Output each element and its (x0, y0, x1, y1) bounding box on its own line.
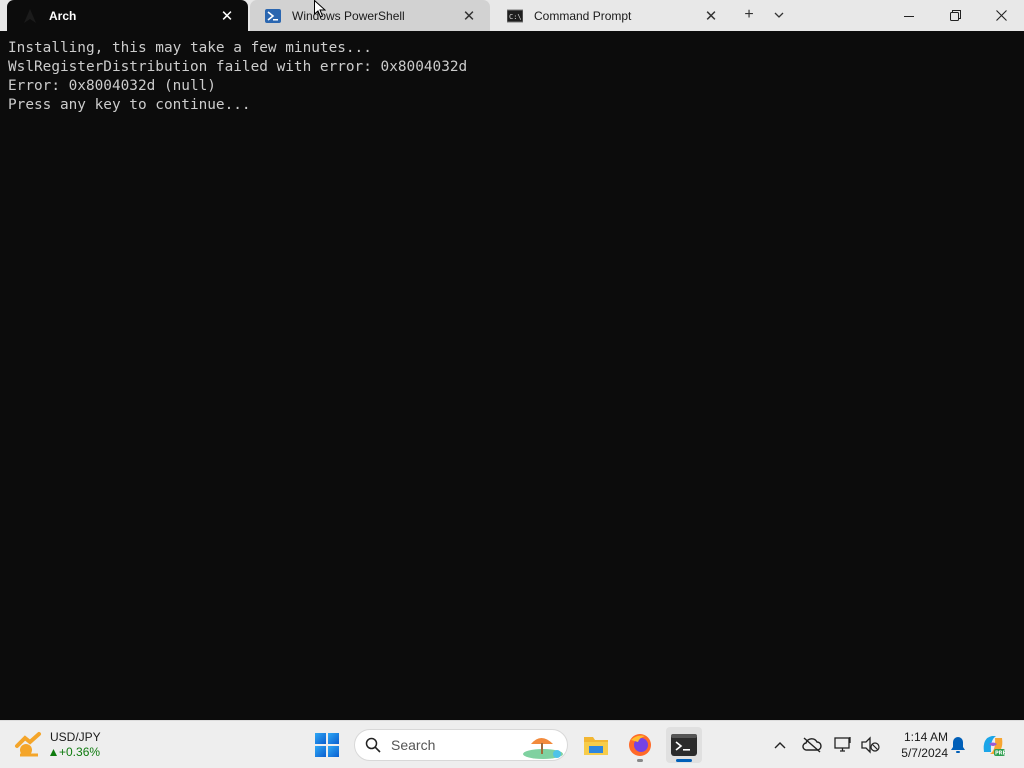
search-highlight-beach-icon (523, 738, 563, 759)
chevron-up-icon (774, 742, 786, 749)
close-window-button[interactable] (978, 0, 1024, 31)
start-button[interactable] (310, 728, 344, 762)
copilot-button[interactable]: PRE (980, 731, 1006, 759)
search-icon (365, 737, 381, 753)
currency-widget[interactable]: USD/JPY +0.36% (14, 728, 101, 762)
file-explorer-icon (584, 737, 608, 755)
restore-button[interactable] (932, 0, 978, 31)
firefox-icon (629, 734, 651, 756)
terminal-output[interactable]: Installing, this may take a few minutes.… (0, 31, 1024, 720)
clock-date: 5/7/2024 (901, 746, 948, 760)
widget-change: +0.36% (50, 745, 101, 760)
system-clock[interactable]: 1:14 AM 5/7/2024 (886, 729, 948, 761)
display-network-icon (834, 737, 851, 752)
chevron-down-icon (774, 12, 784, 18)
copilot-icon: PRE (983, 736, 1006, 757)
taskbar: USD/JPY +0.36% Search 1:14 AM 5/7/2024 P… (0, 720, 1024, 768)
svg-text:PRE: PRE (995, 751, 1006, 757)
volume-tray[interactable] (858, 733, 882, 757)
speaker-muted-icon (861, 736, 880, 754)
terminal-line: Error: 0x8004032d (null) (8, 78, 216, 94)
tab-command-prompt[interactable]: C:\ Command Prompt ✕ (492, 0, 732, 31)
taskbar-search[interactable]: Search (354, 729, 568, 761)
arrow-up-icon (50, 749, 57, 756)
close-tab-icon[interactable]: ✕ (216, 5, 238, 27)
minimize-icon (904, 15, 914, 17)
close-tab-icon[interactable]: ✕ (458, 5, 480, 27)
new-tab-button[interactable]: + (736, 4, 762, 26)
cloud-offline-icon (802, 737, 822, 753)
terminal-icon (671, 734, 697, 756)
close-tab-icon[interactable]: ✕ (700, 5, 722, 27)
terminal-line: Installing, this may take a few minutes.… (8, 40, 372, 56)
tab-arch[interactable]: Arch ✕ (7, 0, 248, 31)
tab-dropdown-button[interactable] (766, 4, 792, 26)
cmd-icon: C:\ (507, 8, 523, 24)
mouse-pointer-icon (314, 0, 326, 18)
terminal-button[interactable] (666, 727, 702, 763)
tab-label: Arch (49, 8, 77, 23)
active-indicator (676, 759, 692, 762)
windows-logo-icon (315, 733, 339, 757)
bell-icon (951, 737, 965, 753)
minimize-button[interactable] (886, 0, 932, 31)
clock-time: 1:14 AM (903, 730, 948, 744)
arch-icon (22, 8, 38, 24)
svg-text:C:\: C:\ (509, 13, 522, 21)
restore-icon (949, 10, 961, 21)
title-bar: Arch ✕ Windows PowerShell ✕ C:\ Command … (0, 0, 1024, 31)
currency-chart-icon (15, 732, 41, 757)
network-tray[interactable] (832, 733, 856, 757)
widget-title: USD/JPY (50, 730, 101, 744)
search-placeholder: Search (391, 737, 436, 753)
firefox-button[interactable] (622, 727, 658, 763)
running-indicator (637, 759, 643, 762)
notifications-button[interactable] (946, 733, 970, 757)
show-hidden-icons-button[interactable] (768, 733, 792, 757)
tab-label: Command Prompt (534, 8, 632, 23)
terminal-line: WslRegisterDistribution failed with erro… (8, 59, 468, 75)
powershell-icon (265, 8, 281, 24)
onedrive-tray[interactable] (800, 733, 824, 757)
tab-windows-powershell[interactable]: Windows PowerShell ✕ (250, 0, 490, 31)
terminal-line: Press any key to continue... (8, 97, 251, 113)
file-explorer-button[interactable] (578, 727, 614, 763)
close-icon (995, 10, 1007, 21)
